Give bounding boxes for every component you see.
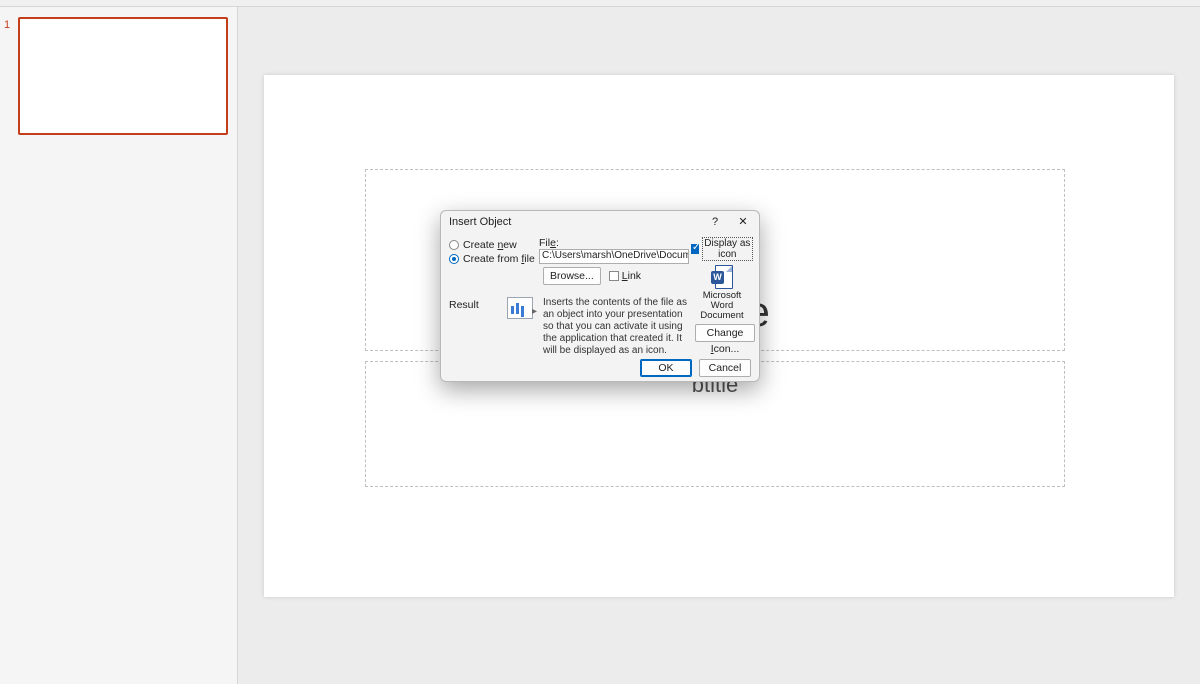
dialog-title: Insert Object [449, 216, 511, 228]
dialog-body: Create new Create from file File: C:\Use… [441, 233, 759, 355]
top-divider [0, 0, 1200, 7]
insert-object-dialog: Insert Object ? ✕ Create new Create from… [440, 210, 760, 382]
link-label: Link [622, 270, 641, 282]
create-from-file-radio[interactable]: Create from file [449, 253, 539, 265]
checkbox-box-icon [609, 271, 619, 281]
slide-number: 1 [4, 19, 10, 31]
create-from-file-label: Create from file [463, 253, 535, 265]
file-label: File: [539, 237, 689, 249]
dialog-footer: OK Cancel [636, 359, 751, 377]
file-path-input[interactable]: C:\Users\marsh\OneDrive\Documents\How to… [539, 249, 689, 264]
file-block: File: C:\Users\marsh\OneDrive\Documents\… [539, 237, 689, 285]
icon-display-column: Display as icon W Microsoft Word Documen… [691, 237, 753, 355]
cancel-button[interactable]: Cancel [699, 359, 751, 377]
checkbox-box-icon [691, 244, 699, 254]
change-icon-button[interactable]: Change Icon... [695, 324, 755, 342]
result-label: Result [449, 297, 497, 357]
create-new-radio[interactable]: Create new [449, 239, 539, 251]
icon-caption: Microsoft Word Document [691, 291, 753, 321]
result-chart-icon: ▸ [507, 297, 533, 319]
close-button[interactable]: ✕ [729, 211, 757, 233]
radio-dot-icon [449, 240, 459, 250]
radio-dot-icon [449, 254, 459, 264]
slide-thumbnails-panel: 1 [0, 7, 238, 684]
slide-thumbnail-1[interactable] [18, 17, 228, 135]
word-document-icon: W [711, 265, 733, 289]
ok-button[interactable]: OK [640, 359, 692, 377]
create-mode-radiogroup: Create new Create from file [449, 239, 539, 267]
result-description: Inserts the contents of the file as an o… [543, 297, 689, 357]
display-as-icon-label: Display as icon [702, 237, 753, 261]
dialog-titlebar[interactable]: Insert Object ? ✕ [441, 211, 759, 233]
create-new-label: Create new [463, 239, 517, 251]
result-row: Result ▸ Inserts the contents of the fil… [449, 297, 689, 357]
browse-button[interactable]: Browse... [543, 267, 601, 285]
display-as-icon-checkbox[interactable]: Display as icon [691, 237, 753, 261]
link-checkbox[interactable]: Link [609, 270, 641, 282]
help-button[interactable]: ? [701, 211, 729, 233]
